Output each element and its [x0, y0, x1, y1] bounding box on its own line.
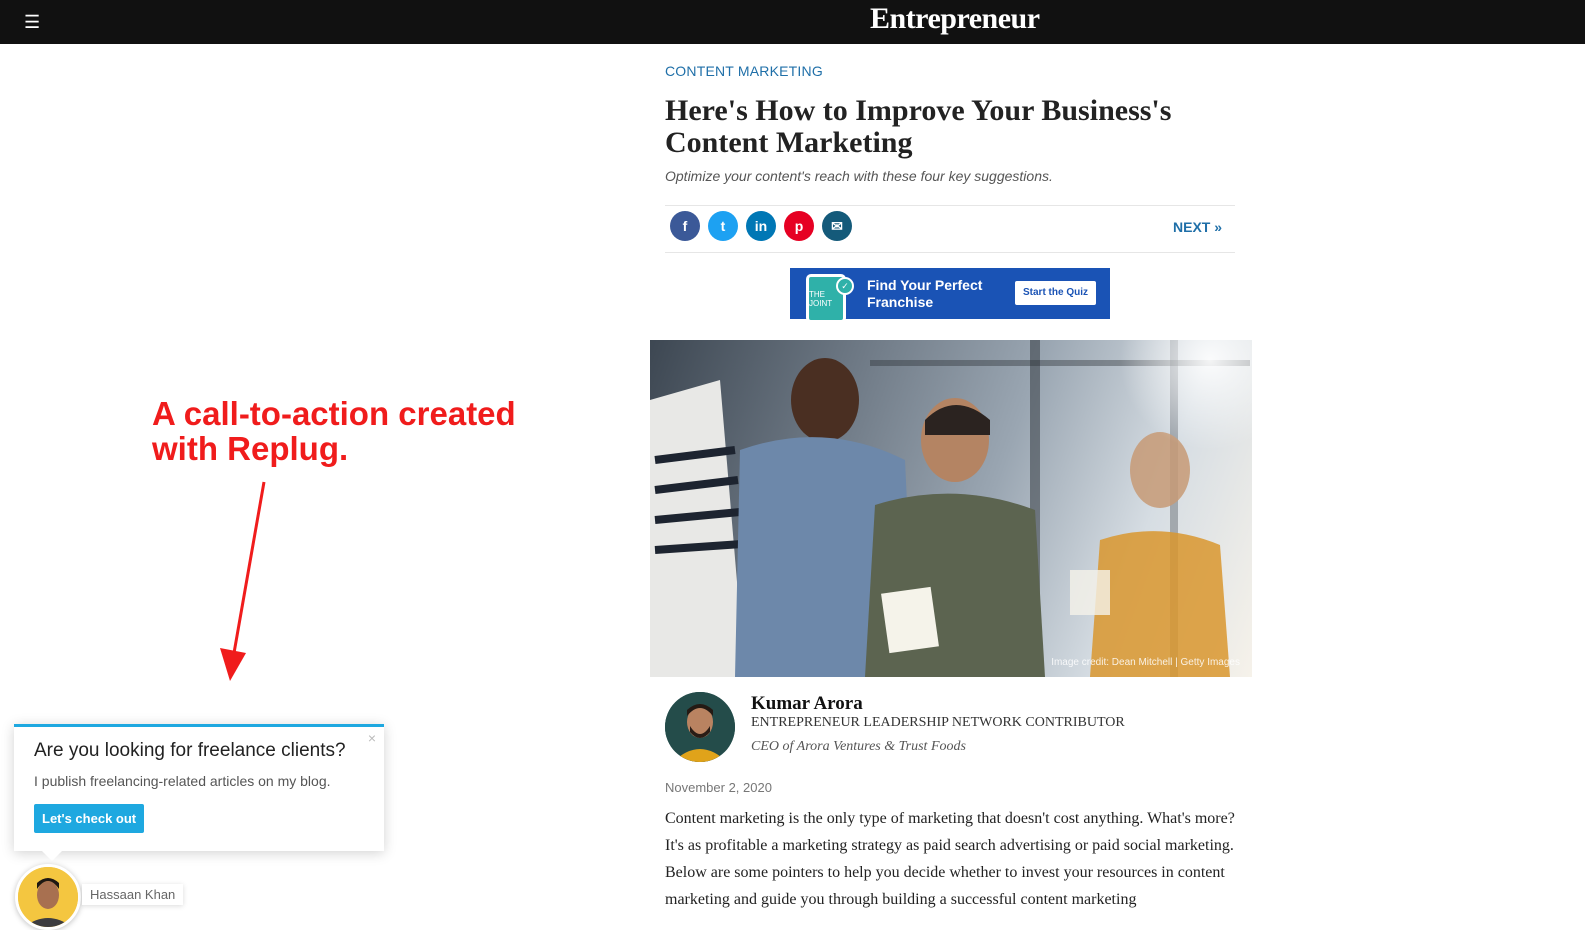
author-bio: CEO of Arora Ventures & Trust Foods — [751, 739, 966, 754]
close-icon[interactable]: × — [368, 730, 376, 746]
article-subtitle: Optimize your content's reach with these… — [665, 168, 1053, 184]
cta-title: Are you looking for freelance clients? — [34, 740, 346, 761]
author-avatar[interactable] — [665, 692, 735, 762]
cta-message: I publish freelancing-related articles o… — [34, 773, 331, 789]
author-role: ENTREPRENEUR LEADERSHIP NETWORK CONTRIBU… — [751, 715, 1125, 730]
annotation-arrow-icon — [220, 481, 266, 681]
image-credit: Image credit: Dean Mitchell | Getty Imag… — [1051, 657, 1240, 668]
cta-user-name: Hassaan Khan — [82, 884, 184, 905]
divider — [665, 252, 1235, 253]
publish-date: November 2, 2020 — [665, 780, 772, 795]
start-quiz-button[interactable]: Start the Quiz — [1015, 281, 1096, 305]
hamburger-menu-icon[interactable]: ☰ — [24, 10, 42, 34]
ad-headline: Find Your Perfect Franchise — [867, 277, 983, 310]
linkedin-icon[interactable]: in — [746, 211, 776, 241]
facebook-icon[interactable]: f — [670, 211, 700, 241]
category-link[interactable]: CONTENT MARKETING — [665, 63, 823, 79]
site-logo[interactable]: Entrepreneur — [870, 0, 1040, 44]
next-article-link[interactable]: NEXT » — [1173, 219, 1222, 235]
article-hero-image: Image credit: Dean Mitchell | Getty Imag… — [650, 340, 1252, 677]
author-name[interactable]: Kumar Arora — [751, 693, 863, 715]
divider — [665, 205, 1235, 206]
annotation-label: A call-to-action created with Replug. — [152, 395, 516, 467]
article-title: Here's How to Improve Your Business's Co… — [665, 94, 1172, 159]
checkmark-icon: ✓ — [836, 277, 854, 295]
office-meeting-illustration — [650, 340, 1252, 677]
cta-user-avatar[interactable] — [15, 864, 81, 930]
pinterest-icon[interactable]: p — [784, 211, 814, 241]
franchise-ad-banner[interactable]: THE JOINT ✓ Find Your Perfect Franchise … — [790, 268, 1110, 323]
twitter-icon[interactable]: t — [708, 211, 738, 241]
replug-cta-popup: × Are you looking for freelance clients?… — [14, 724, 384, 861]
article-body: Content marketing is the only type of ma… — [665, 810, 1235, 908]
email-icon[interactable]: ✉ — [822, 211, 852, 241]
top-navigation-bar: ☰ Entrepreneur — [0, 0, 1585, 44]
cta-button[interactable]: Let's check out — [34, 804, 145, 833]
